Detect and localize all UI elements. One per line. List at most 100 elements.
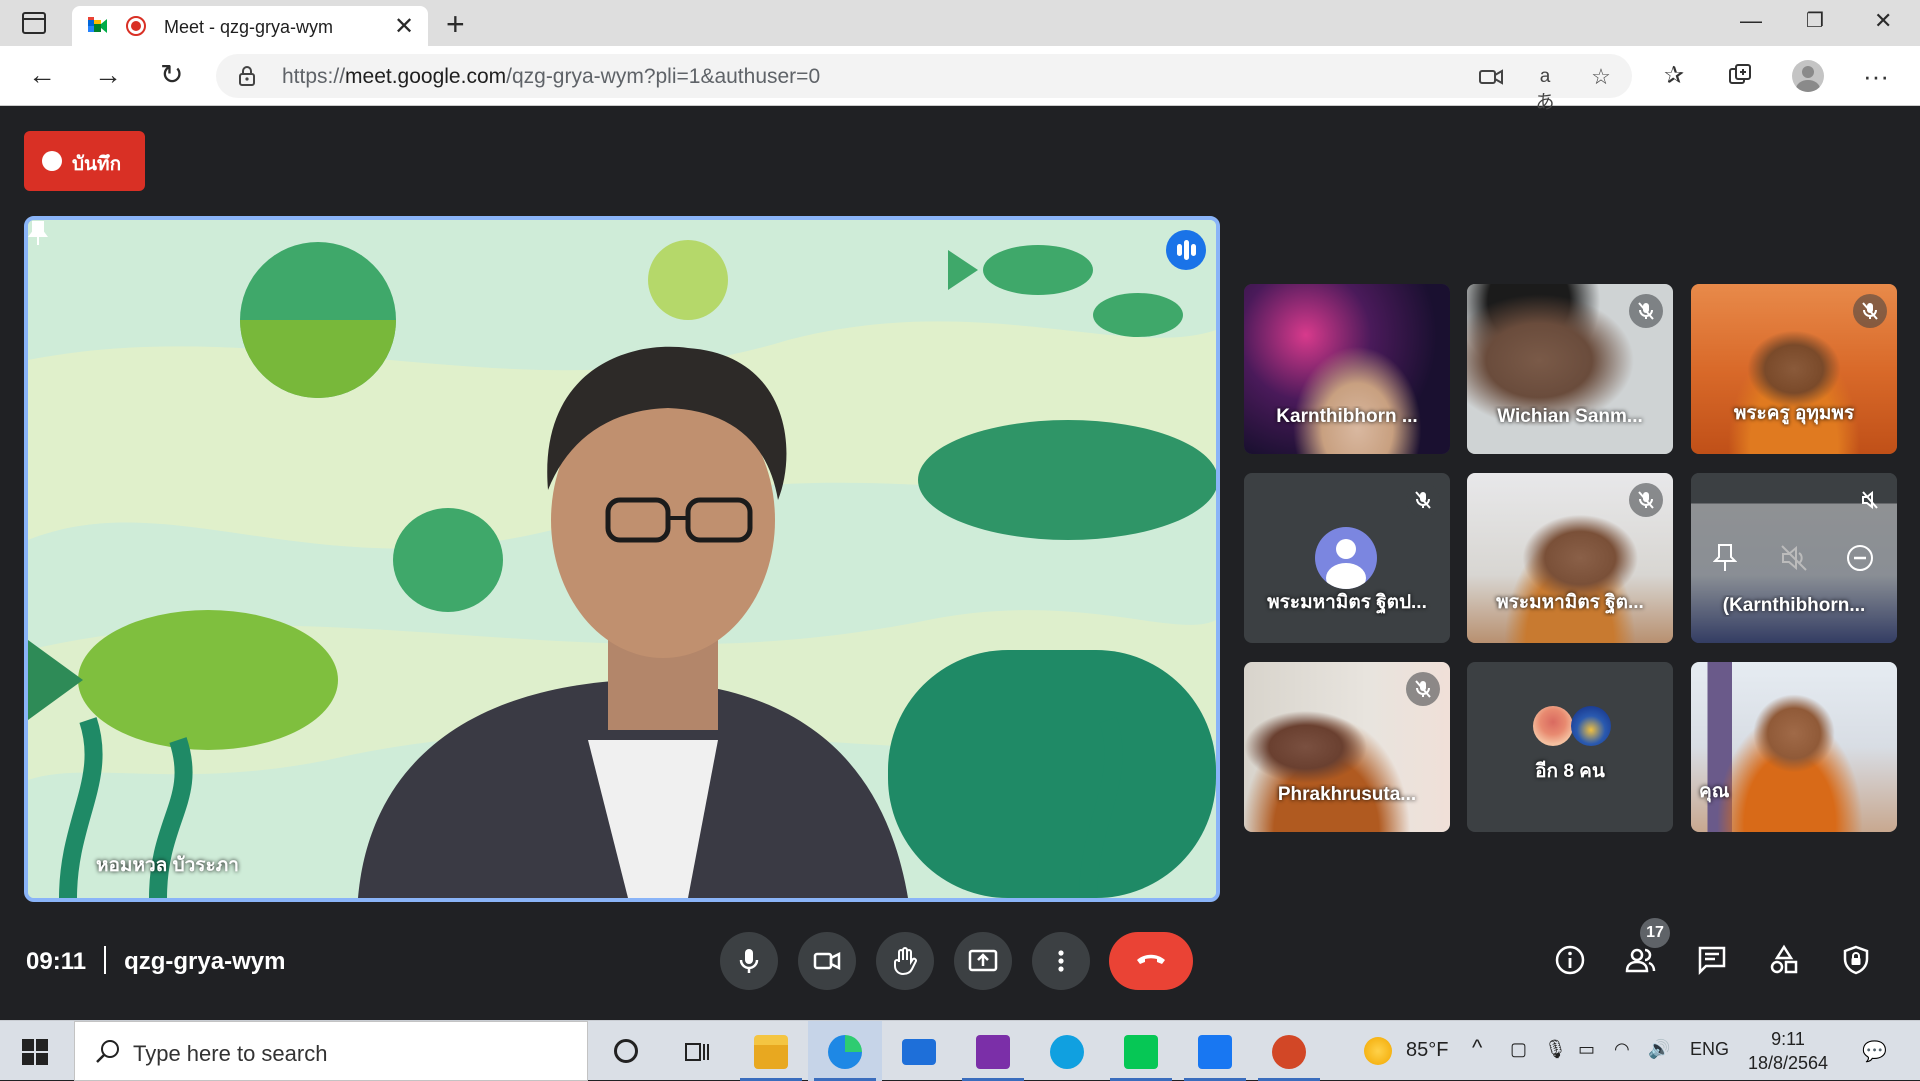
participant-tile[interactable]: พระครู อุทุมพร [1691, 284, 1897, 454]
chat-button[interactable] [1692, 940, 1732, 980]
onenote-button[interactable] [956, 1021, 1030, 1081]
avatar [1315, 527, 1377, 589]
camera-icon [813, 951, 841, 971]
camera-button[interactable] [798, 932, 856, 990]
show-hidden-icons-icon[interactable]: ^ [1472, 1035, 1482, 1061]
main-speaker-tile[interactable]: หอมหวล บัวระภา [24, 216, 1220, 902]
more-menu-icon[interactable]: ··· [1862, 62, 1890, 90]
participant-tile[interactable]: Phrakhrusuta... [1244, 662, 1450, 832]
tab-title: Meet - qzg-grya-wym [164, 17, 334, 37]
facebook-button[interactable] [1178, 1021, 1252, 1081]
cortana-button[interactable] [588, 1021, 662, 1081]
participant-name: Phrakhrusuta... [1277, 784, 1417, 805]
back-icon[interactable]: ← [28, 60, 56, 90]
raise-hand-button[interactable] [876, 932, 934, 990]
record-icon [42, 151, 62, 171]
microphone-tray-icon[interactable]: 🎙 [1544, 1039, 1567, 1060]
present-icon [968, 949, 998, 972]
meeting-details-button[interactable] [1550, 940, 1590, 980]
line-button[interactable] [1104, 1021, 1178, 1081]
tab-actions-icon[interactable] [22, 12, 46, 34]
avatar [1533, 706, 1573, 746]
notifications-icon[interactable]: 💬 [1862, 1039, 1887, 1064]
forward-icon[interactable]: → [94, 60, 122, 90]
restore-icon[interactable]: ❐ [1806, 8, 1824, 33]
skype-icon [1050, 1035, 1084, 1069]
favorite-add-icon[interactable]: ☆ [1588, 64, 1614, 90]
wifi-icon[interactable]: ◠ [1614, 1039, 1630, 1060]
onenote-icon [976, 1035, 1010, 1069]
muted-icon [1853, 294, 1887, 328]
skype-button[interactable] [1030, 1021, 1104, 1081]
people-icon [1625, 948, 1656, 973]
weather-temp[interactable]: 85°F [1406, 1039, 1448, 1062]
input-language[interactable]: ENG [1690, 1039, 1729, 1060]
new-tab-icon[interactable]: + [446, 6, 465, 43]
people-count-badge: 17 [1640, 918, 1670, 948]
muted-icon [1406, 672, 1440, 706]
participant-tile[interactable]: Wichian Sanm... [1467, 284, 1673, 454]
participant-tile[interactable]: Karnthibhorn ... [1244, 284, 1450, 454]
tab-close-icon[interactable]: ✕ [394, 12, 414, 41]
windows-start-icon[interactable] [22, 1039, 48, 1065]
more-participants-tile[interactable]: อีก 8 คน [1467, 662, 1673, 832]
powerpoint-icon [1272, 1035, 1306, 1069]
meet-now-icon[interactable]: ▢ [1510, 1039, 1527, 1060]
file-explorer-button[interactable] [734, 1021, 808, 1081]
powerpoint-button[interactable] [1252, 1021, 1326, 1081]
google-meet-icon [88, 17, 107, 33]
mail-button[interactable] [882, 1021, 956, 1081]
mute-participant-icon[interactable] [1779, 543, 1809, 573]
read-aloud-icon[interactable]: aあ [1532, 64, 1558, 113]
url-bar[interactable]: https://meet.google.com/qzg-grya-wym?pli… [216, 54, 1632, 113]
pin-icon[interactable] [1713, 543, 1737, 573]
participant-tile[interactable]: พระมหามิตร ฐิต... [1467, 473, 1673, 643]
leave-call-button[interactable] [1109, 932, 1193, 990]
profile-avatar[interactable] [1792, 60, 1824, 92]
end-call-icon [1137, 954, 1165, 964]
remove-participant-icon[interactable] [1845, 543, 1875, 573]
task-view-button[interactable] [660, 1021, 734, 1081]
muted-icon [1629, 483, 1663, 517]
avatar [1571, 706, 1611, 746]
favorites-icon[interactable]: ✰ [1660, 62, 1688, 90]
recording-button[interactable]: บันทึก [24, 131, 145, 191]
more-options-button[interactable] [1032, 932, 1090, 990]
line-icon [1124, 1035, 1158, 1069]
tab-meet[interactable]: Meet - qzg-grya-wym ✕ [72, 6, 428, 46]
host-controls-button[interactable] [1836, 940, 1876, 980]
clock[interactable]: 9:11 18/8/2564 [1740, 1027, 1836, 1075]
battery-icon[interactable]: ▭ [1578, 1039, 1595, 1060]
more-vert-icon [1058, 950, 1064, 972]
camera-permission-icon[interactable] [1478, 64, 1504, 90]
windows-taskbar: Type here to search 85°F ^ ▢ 🎙 ▭ ◠ 🔊 ENG… [0, 1020, 1920, 1081]
edge-icon [828, 1035, 862, 1069]
minimize-icon[interactable]: — [1740, 8, 1762, 34]
facebook-icon [1198, 1035, 1232, 1069]
participant-tile[interactable]: พระมหามิตร ฐิตป... [1244, 473, 1450, 643]
search-icon [96, 1040, 119, 1063]
present-screen-button[interactable] [954, 932, 1012, 990]
collections-icon[interactable] [1726, 62, 1754, 90]
muted-icon [1853, 483, 1887, 517]
microphone-button[interactable] [720, 932, 778, 990]
activities-button[interactable] [1764, 940, 1804, 980]
pin-icon[interactable] [28, 220, 48, 246]
participant-name: พระครู อุทุมพร [1733, 403, 1855, 424]
info-icon [1555, 945, 1585, 975]
self-tile[interactable]: คุณ [1691, 662, 1897, 832]
edge-button[interactable] [808, 1021, 882, 1081]
main-speaker-name: หอมหวล บัวระภา [96, 855, 239, 876]
refresh-icon[interactable]: ↻ [160, 60, 183, 90]
muted-icon [1629, 294, 1663, 328]
clock-time: 9:11 [1771, 1029, 1805, 1049]
volume-icon[interactable]: 🔊 [1648, 1039, 1670, 1060]
cortana-icon [614, 1039, 638, 1063]
browser-toolbar: ← → ↻ https://meet.google.com/qzg-grya-w… [0, 46, 1920, 113]
self-name: คุณ [1699, 781, 1730, 802]
taskbar-search[interactable]: Type here to search [74, 1021, 588, 1081]
window-close-icon[interactable]: ✕ [1874, 8, 1892, 34]
participant-tile[interactable]: (Karnthibhorn... [1691, 473, 1897, 643]
task-view-icon [685, 1043, 709, 1061]
browser-tab-bar: Meet - qzg-grya-wym ✕ + — ❐ ✕ [0, 0, 1920, 46]
